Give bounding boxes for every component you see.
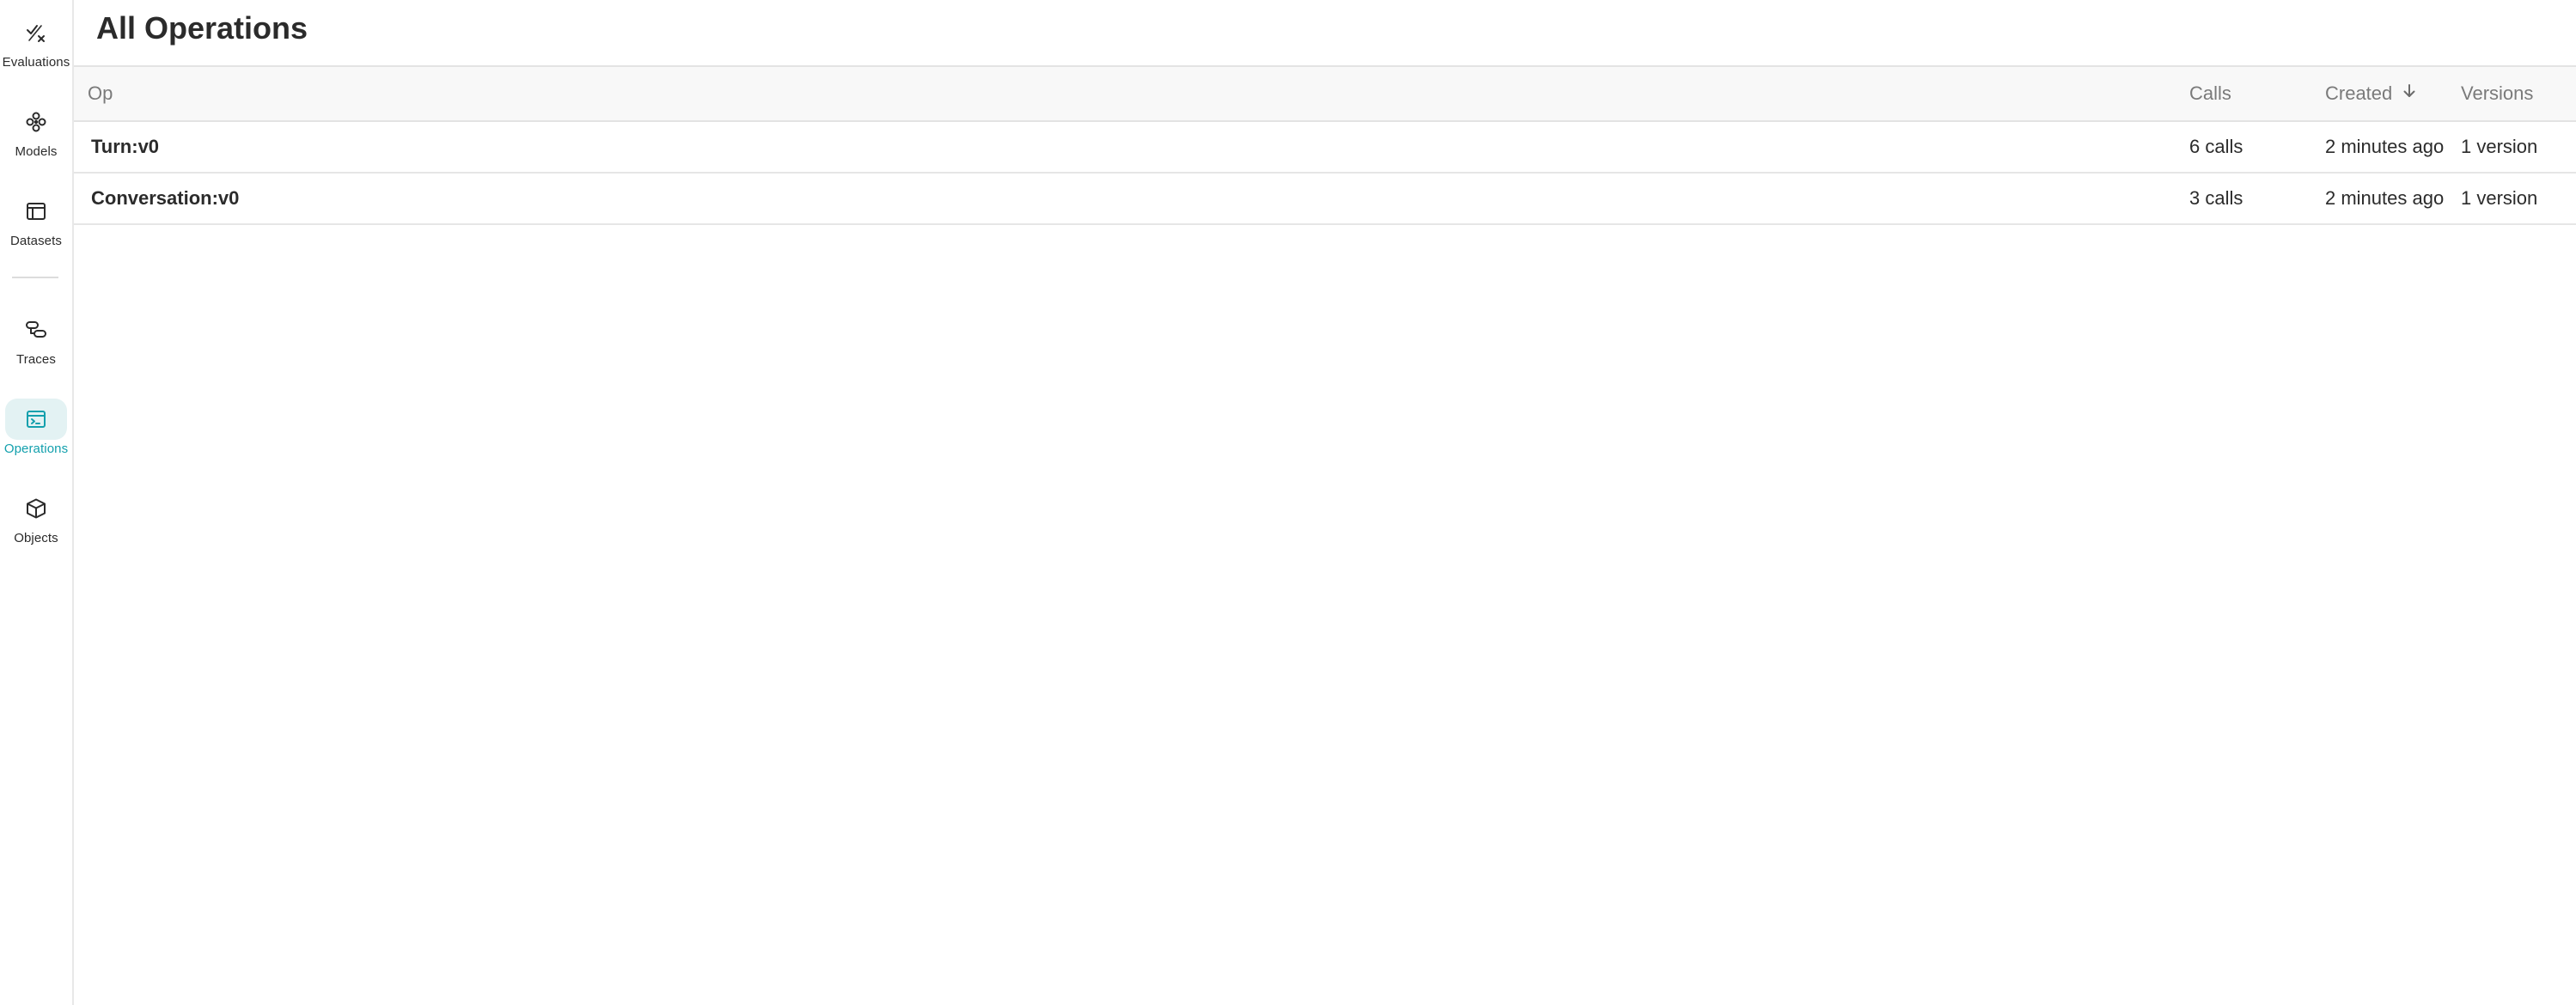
column-header-created-label: Created [2325,82,2393,104]
sidebar-item-label: Operations [3,442,69,456]
column-header-versions[interactable]: Versions [2461,67,2533,120]
sidebar: Evaluations Models Datasets Traces Opera… [0,0,74,1005]
operations-table: Op Calls Created Versions Turn:v0 6 call… [74,65,2576,225]
traces-icon [26,321,46,338]
table-row[interactable]: Conversation:v0 3 calls 2 minutes ago 1 … [74,174,2576,225]
calls-cell[interactable]: 6 calls [2189,122,2243,172]
models-icon-wrap [5,101,67,143]
arrow-down-icon[interactable] [2401,67,2418,120]
column-header-calls[interactable]: Calls [2189,67,2231,120]
sidebar-item-traces[interactable]: Traces [5,301,67,378]
op-name-cell[interactable]: Conversation:v0 [91,174,239,223]
sidebar-item-operations[interactable]: Operations [3,390,69,467]
column-header-op[interactable]: Op [88,67,113,120]
created-cell: 2 minutes ago [2325,136,2445,157]
sidebar-item-datasets[interactable]: Datasets [5,182,67,259]
page-title: All Operations [96,10,308,46]
sidebar-item-label: Traces [16,352,56,367]
objects-icon [27,498,46,519]
datasets-icon-wrap [5,191,67,232]
evaluations-icon [27,25,45,42]
evaluations-icon-wrap [5,12,67,53]
versions-cell[interactable]: 1 version [2461,122,2537,172]
versions-cell[interactable]: 1 version [2461,174,2537,223]
table-row[interactable]: Turn:v0 6 calls 2 minutes ago 1 version [74,122,2576,174]
sidebar-divider [12,277,58,278]
sidebar-item-label: Evaluations [2,55,70,70]
created-cell: 2 minutes ago [2325,187,2445,209]
objects-icon-wrap [5,488,67,529]
sidebar-item-label: Datasets [10,234,62,248]
sidebar-item-models[interactable]: Models [5,93,67,170]
sidebar-item-label: Models [15,144,58,159]
main-content: All Operations Op Calls Created Versions… [74,0,2576,1005]
sidebar-item-label: Objects [14,531,58,545]
op-name-cell[interactable]: Turn:v0 [91,122,159,172]
sidebar-item-objects[interactable]: Objects [5,479,67,557]
operations-icon-wrap [5,399,67,440]
traces-icon-wrap [5,309,67,350]
operations-icon [27,411,46,428]
sidebar-item-evaluations[interactable]: Evaluations [2,3,70,81]
column-header-created[interactable]: Created [2325,67,2418,120]
app-root: Evaluations Models Datasets Traces Opera… [0,0,2576,1005]
models-icon [26,112,46,132]
table-header: Op Calls Created Versions [74,65,2576,122]
calls-cell[interactable]: 3 calls [2189,174,2243,223]
datasets-icon [27,203,46,220]
